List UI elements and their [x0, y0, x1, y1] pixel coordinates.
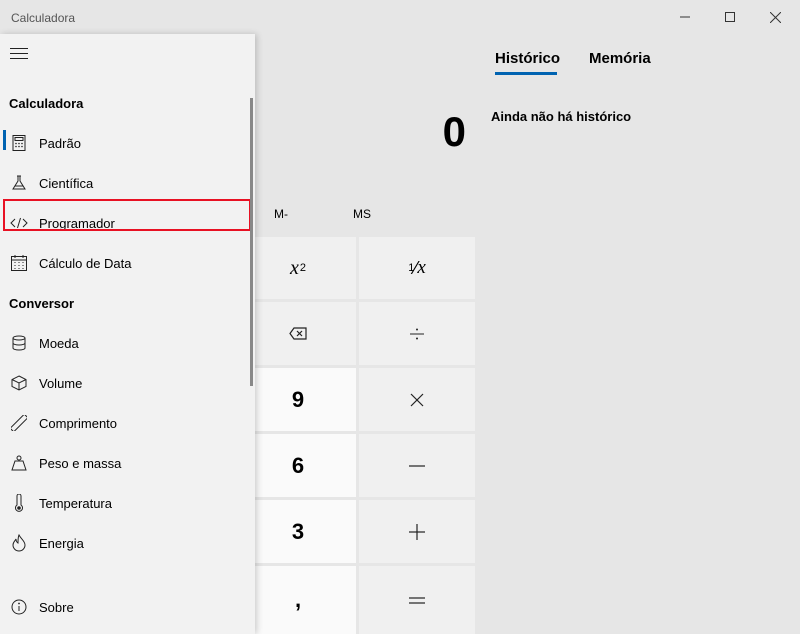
nav-item-peso-e-massa[interactable]: Peso e massa — [0, 445, 250, 481]
nav-item-padrao[interactable]: Padrão — [0, 125, 250, 161]
nav-item-volume[interactable]: Volume — [0, 365, 250, 401]
equals-icon — [409, 597, 425, 604]
nav-item-energia[interactable]: Energia — [0, 525, 250, 561]
nav-item-temperatura[interactable]: Temperatura — [0, 485, 250, 521]
equals-button[interactable] — [359, 566, 475, 634]
nav-item-sobre[interactable]: Sobre — [0, 589, 250, 625]
section-header-converter: Conversor — [9, 296, 75, 311]
minimize-button[interactable] — [662, 0, 708, 34]
history-empty-message: Ainda não há histórico — [491, 109, 632, 124]
drawer-scrollbar[interactable] — [250, 98, 253, 386]
square-exponent: 2 — [299, 262, 306, 274]
backspace-icon — [289, 327, 307, 340]
calculator-icon — [10, 134, 28, 152]
close-button[interactable] — [752, 0, 798, 34]
reciprocal-denominator: x — [417, 257, 426, 278]
maximize-icon — [725, 12, 735, 22]
memory-store-button[interactable]: MS — [353, 207, 371, 221]
plus-icon — [409, 523, 425, 540]
hamburger-menu-button[interactable] — [10, 48, 28, 63]
nav-item-label: Energia — [39, 535, 84, 551]
thermometer-icon — [10, 494, 28, 512]
tab-history[interactable]: Histórico — [495, 50, 560, 67]
divide-button[interactable] — [359, 302, 475, 365]
nav-item-label: Volume — [39, 375, 83, 391]
cube-icon — [10, 374, 28, 392]
navigation-drawer: Calculadora Padrão Científica Programado… — [0, 34, 255, 634]
nav-item-label: Comprimento — [39, 415, 118, 431]
square-button[interactable]: x2 — [240, 237, 356, 299]
title-bar: Calculadora — [0, 0, 800, 34]
divide-icon — [410, 328, 424, 339]
digit-6-button[interactable]: 6 — [240, 434, 356, 497]
square-base: x — [289, 256, 299, 279]
minus-icon — [409, 464, 425, 467]
nav-item-label: Padrão — [39, 135, 81, 151]
nav-item-calculo-de-data[interactable]: Cálculo de Data — [0, 245, 250, 281]
subtract-button[interactable] — [359, 434, 475, 497]
result-display: 0 — [442, 108, 466, 155]
nav-item-label: Temperatura — [39, 495, 112, 511]
tab-memory[interactable]: Memória — [589, 50, 651, 67]
minimize-icon — [680, 16, 690, 18]
digit-9-button[interactable]: 9 — [240, 368, 356, 431]
nav-item-moeda[interactable]: Moeda — [0, 325, 250, 361]
digit-3-button[interactable]: 3 — [240, 500, 356, 563]
section-header-calculator: Calculadora — [9, 96, 84, 111]
decimal-button[interactable]: , — [240, 566, 356, 634]
nav-item-label: Sobre — [39, 599, 74, 615]
flame-icon — [10, 534, 28, 552]
nav-item-label: Cálculo de Data — [39, 255, 132, 271]
ruler-icon — [10, 414, 28, 432]
calendar-icon — [10, 254, 28, 272]
nav-item-cientifica[interactable]: Científica — [0, 165, 250, 201]
close-icon — [769, 11, 781, 23]
coins-icon — [10, 334, 28, 352]
info-icon — [10, 598, 28, 616]
nav-item-label: Científica — [39, 175, 94, 191]
flask-icon — [10, 174, 28, 192]
app-title: Calculadora — [11, 11, 76, 25]
nav-item-comprimento[interactable]: Comprimento — [0, 405, 250, 441]
weight-icon — [10, 454, 28, 472]
memory-subtract-button[interactable]: M- — [274, 207, 288, 221]
reciprocal-button[interactable]: 1 ⁄ x — [359, 237, 475, 299]
multiply-button[interactable] — [359, 368, 475, 431]
add-button[interactable] — [359, 500, 475, 563]
tab-history-indicator — [495, 72, 557, 75]
highlight-annotation — [3, 199, 251, 231]
backspace-button[interactable] — [240, 302, 356, 365]
nav-item-label: Peso e massa — [39, 455, 122, 471]
multiply-icon — [410, 393, 424, 406]
maximize-button[interactable] — [707, 0, 753, 34]
nav-item-label: Moeda — [39, 335, 79, 351]
